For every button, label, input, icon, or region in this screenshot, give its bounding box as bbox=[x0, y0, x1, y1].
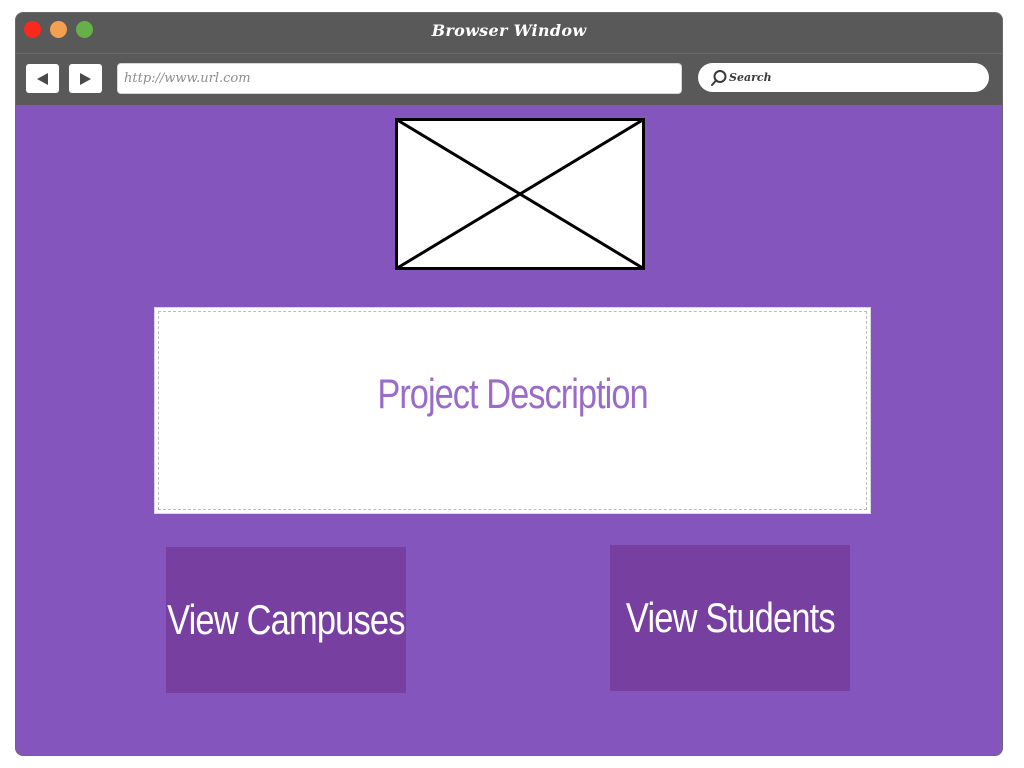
view-students-label: View Students bbox=[625, 594, 836, 641]
forward-arrow-icon bbox=[80, 72, 91, 85]
browser-toolbar: http://www.url.com Search bbox=[16, 53, 1002, 105]
back-arrow-icon bbox=[37, 72, 48, 85]
image-placeholder-icon bbox=[395, 118, 645, 270]
browser-window: Browser Window http://www.url.com Search bbox=[15, 12, 1003, 756]
search-field[interactable]: Search bbox=[698, 63, 989, 92]
title-bar: Browser Window bbox=[16, 13, 1002, 53]
forward-button[interactable] bbox=[69, 64, 102, 93]
search-placeholder: Search bbox=[729, 71, 772, 84]
address-bar[interactable]: http://www.url.com bbox=[117, 63, 682, 94]
view-campuses-button[interactable]: View Campuses bbox=[166, 547, 406, 693]
back-button[interactable] bbox=[26, 64, 59, 93]
page-content: Project Description View Campuses View S… bbox=[16, 105, 1002, 755]
search-icon bbox=[710, 69, 728, 87]
project-description-heading: Project Description bbox=[377, 370, 648, 417]
view-students-button[interactable]: View Students bbox=[610, 545, 850, 691]
project-description-panel: Project Description bbox=[154, 307, 871, 514]
view-campuses-label: View Campuses bbox=[167, 596, 405, 643]
window-title: Browser Window bbox=[431, 21, 587, 40]
